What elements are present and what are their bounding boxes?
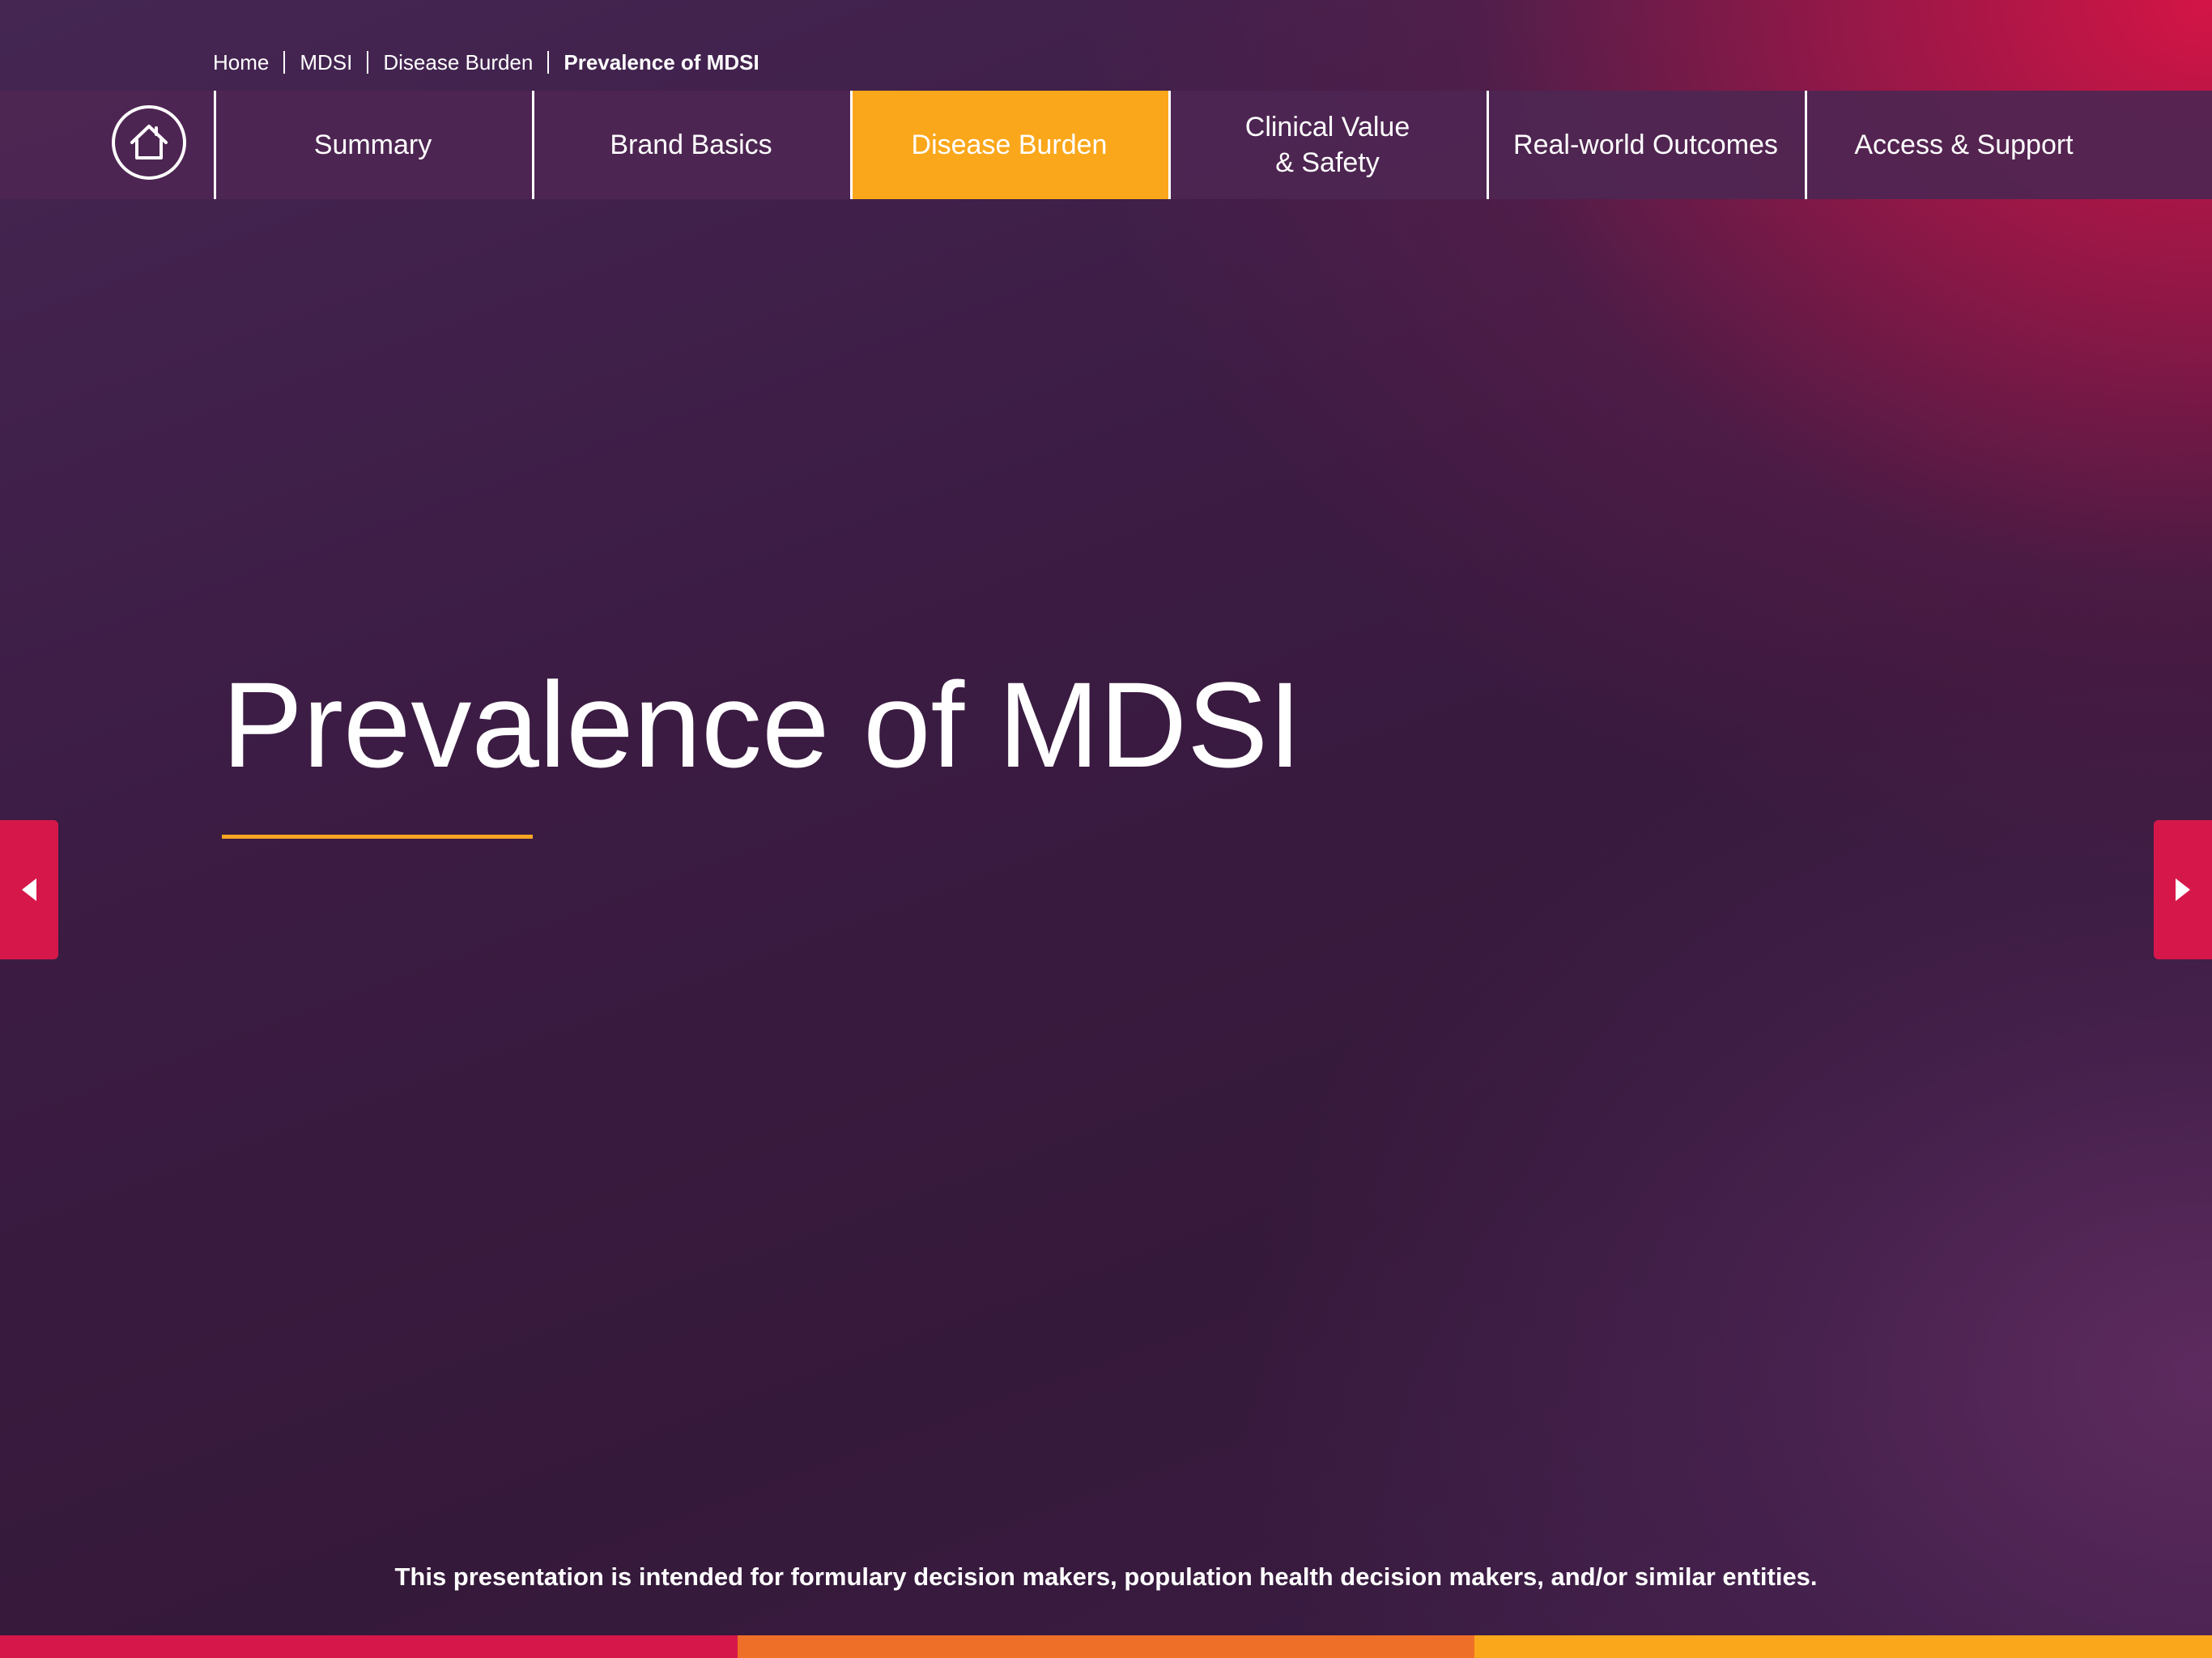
- nav-tab-label: Brand Basics: [610, 130, 772, 160]
- main-nav: Summary Brand Basics Disease Burden Clin…: [0, 91, 2212, 199]
- nav-tab-access-support[interactable]: Access & Support: [1805, 91, 2123, 199]
- nav-tab-brand-basics[interactable]: Brand Basics: [532, 91, 850, 199]
- breadcrumb-disease-burden[interactable]: Disease Burden: [383, 50, 533, 75]
- background: [0, 0, 2212, 1658]
- home-icon: [130, 125, 168, 159]
- next-slide-button[interactable]: [2154, 820, 2212, 959]
- breadcrumb-home[interactable]: Home: [213, 50, 269, 75]
- disclaimer-text: This presentation is intended for formul…: [394, 1562, 1818, 1591]
- home-button[interactable]: [112, 105, 186, 180]
- nav-tab-label: Real-world Outcomes: [1513, 130, 1778, 160]
- nav-tab-label: Clinical Value & Safety: [1244, 112, 1410, 178]
- nav-tab-label: Summary: [313, 130, 432, 160]
- nav-tab-disease-burden[interactable]: Disease Burden: [850, 91, 1168, 199]
- breadcrumb-separator: [547, 51, 550, 74]
- nav-tab-label: Disease Burden: [911, 130, 1108, 160]
- bottom-bar-segment-yellow: [1474, 1635, 2212, 1658]
- breadcrumb-separator: [283, 51, 286, 74]
- title-underline: [222, 835, 533, 839]
- nav-tab-label: Access & Support: [1854, 130, 2074, 160]
- nav-tab-real-world-outcomes[interactable]: Real-world Outcomes: [1487, 91, 1805, 199]
- home-cell: [0, 91, 214, 199]
- previous-slide-button[interactable]: [0, 820, 58, 959]
- page-title: Prevalence of MDSI: [222, 657, 1302, 793]
- bottom-bar-segment-orange: [737, 1635, 1475, 1658]
- bottom-color-bar: [0, 1635, 2212, 1658]
- breadcrumb-mdsi[interactable]: MDSI: [300, 50, 352, 75]
- breadcrumb-separator: [367, 51, 369, 74]
- caret-left-icon: [22, 878, 36, 901]
- bottom-bar-segment-red: [0, 1635, 738, 1658]
- caret-right-icon: [2176, 878, 2190, 901]
- nav-tab-summary[interactable]: Summary: [214, 91, 532, 199]
- breadcrumb-current: Prevalence of MDSI: [564, 49, 759, 74]
- breadcrumb: Home MDSI Disease Burden Prevalence of M…: [213, 46, 759, 79]
- nav-tab-clinical-value-safety[interactable]: Clinical Value & Safety: [1168, 91, 1487, 199]
